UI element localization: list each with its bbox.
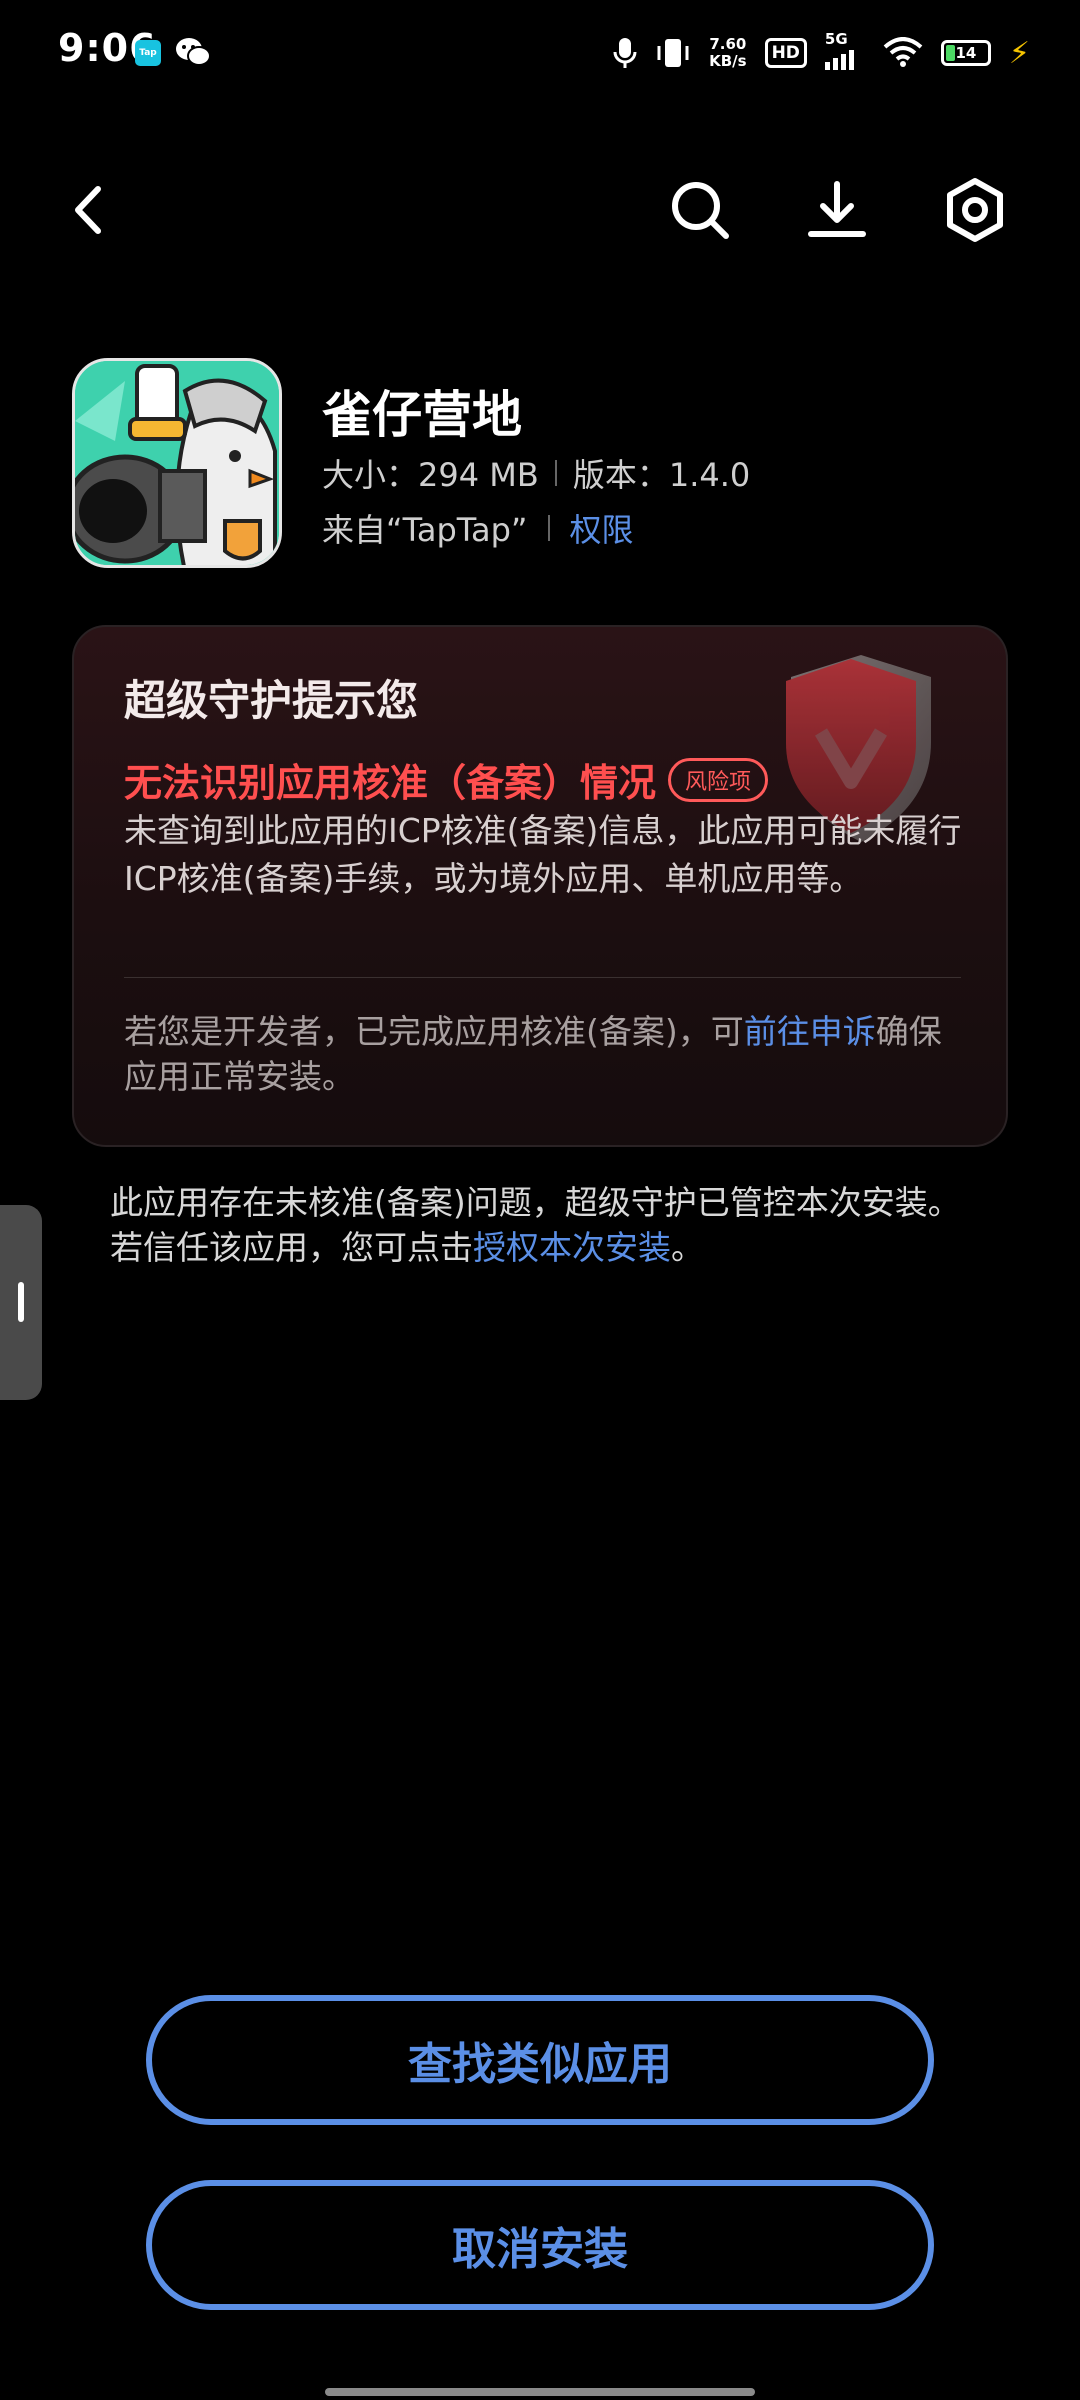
app-meta: 大小：294 MB 版本：1.4.0	[322, 450, 750, 496]
find-similar-apps-button[interactable]: 查找类似应用	[146, 1995, 934, 2125]
app-version: 版本：1.4.0	[572, 456, 751, 494]
search-icon	[672, 182, 729, 239]
wifi-icon	[883, 37, 923, 67]
authorize-install-link[interactable]: 授权本次安装	[473, 1228, 671, 1267]
grip-icon	[18, 1282, 24, 1322]
search-button[interactable]	[660, 170, 740, 250]
app-size: 大小：294 MB	[322, 456, 539, 494]
app-source-row: 来自“TapTap” 权限	[322, 505, 634, 551]
permissions-link[interactable]: 权限	[570, 505, 634, 551]
app-source: 来自“TapTap”	[322, 511, 528, 549]
warning-headline: 无法识别应用核准（备案）情况 风险项	[124, 752, 769, 807]
wechat-notification-icon	[176, 38, 211, 66]
hd-badge: HD	[764, 38, 807, 68]
download-manager-button[interactable]	[797, 170, 877, 250]
app-name: 雀仔营地	[322, 386, 522, 444]
battery-icon: 14	[940, 40, 991, 66]
taptap-notification-icon: Tap	[135, 40, 161, 66]
appeal-link[interactable]: 前往申诉	[744, 1012, 876, 1051]
cancel-install-button[interactable]: 取消安装	[146, 2180, 934, 2310]
settings-button[interactable]	[935, 170, 1015, 250]
install-blocked-notice: 此应用存在未核准(备案)问题，超级守护已管控本次安装。若信任该应用，您可点击授权…	[110, 1183, 961, 1267]
chevron-left-icon	[75, 186, 101, 234]
charging-icon: ⚡	[1008, 35, 1030, 71]
warning-body: 未查询到此应用的ICP核准(备案)信息，此应用可能未履行ICP核准(备案)手续，…	[124, 811, 962, 898]
status-bar: 9:06 Tap 7.60 KB/s HD 5G 14 ⚡	[0, 0, 1080, 110]
side-panel-handle[interactable]	[0, 1205, 42, 1400]
warning-title: 无法识别应用核准（备案）情况	[124, 761, 657, 805]
home-indicator[interactable]	[325, 2388, 755, 2396]
card-divider	[124, 977, 961, 978]
cellular-signal-icon: 5G	[824, 30, 865, 70]
divider	[554, 460, 557, 486]
microphone-icon	[613, 38, 637, 68]
vibrate-icon	[657, 39, 689, 67]
back-button[interactable]	[48, 170, 128, 250]
status-icons: 7.60 KB/s HD 5G 14 ⚡	[613, 28, 1030, 78]
download-icon	[808, 181, 866, 237]
risk-badge: 风险项	[668, 757, 769, 802]
app-icon	[72, 358, 282, 568]
settings-icon	[947, 178, 1003, 242]
security-warning-card: 超级守护提示您 无法识别应用核准（备案）情况 风险项 未查询到此应用的ICP核准…	[72, 625, 1008, 1147]
divider	[547, 515, 550, 541]
developer-note: 若您是开发者，已完成应用核准(备案)，可前往申诉确保应用正常安装。	[124, 1012, 942, 1096]
card-title: 超级守护提示您	[124, 676, 419, 725]
network-speed: 7.60 KB/s	[709, 35, 747, 70]
